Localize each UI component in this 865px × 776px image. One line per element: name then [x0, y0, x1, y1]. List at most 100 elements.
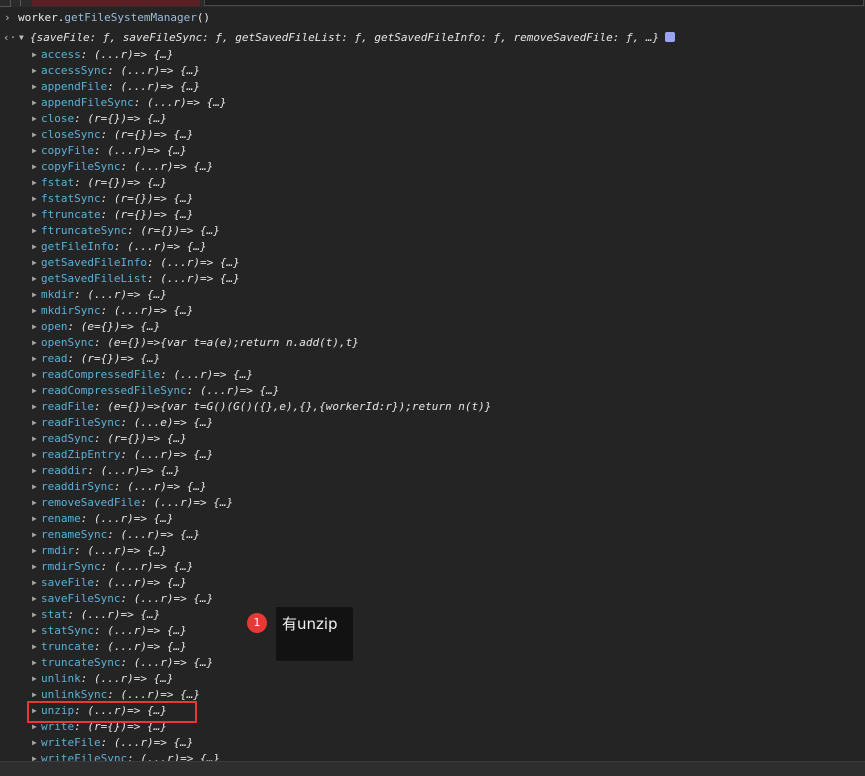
- triangle-right-icon[interactable]: ▶: [32, 575, 37, 591]
- triangle-right-icon[interactable]: ▶: [32, 527, 37, 543]
- filter-input[interactable]: [204, 0, 864, 6]
- triangle-right-icon[interactable]: ▶: [32, 63, 37, 79]
- triangle-down-icon[interactable]: ▼: [19, 30, 24, 46]
- triangle-right-icon[interactable]: ▶: [32, 431, 37, 447]
- triangle-right-icon[interactable]: ▶: [32, 159, 37, 175]
- property-key[interactable]: readdirSync: (...r)=> {…}: [41, 479, 207, 495]
- property-key[interactable]: getFileInfo: (...r)=> {…}: [41, 239, 207, 255]
- info-badge-icon[interactable]: [665, 32, 676, 42]
- error-tab[interactable]: [32, 0, 200, 6]
- triangle-right-icon[interactable]: ▶: [32, 559, 37, 575]
- triangle-right-icon[interactable]: ▶: [32, 543, 37, 559]
- property-key[interactable]: saveFileSync: (...r)=> {…}: [41, 591, 213, 607]
- property-key[interactable]: readFileSync: (...e)=> {…}: [41, 415, 213, 431]
- triangle-right-icon[interactable]: ▶: [32, 495, 37, 511]
- property-key-text: statSync: [41, 624, 94, 637]
- property-key[interactable]: access: (...r)=> {…}: [41, 47, 173, 63]
- triangle-right-icon[interactable]: ▶: [32, 399, 37, 415]
- property-key[interactable]: open: (e={})=> {…}: [41, 319, 160, 335]
- triangle-right-icon[interactable]: ▶: [32, 511, 37, 527]
- triangle-right-icon[interactable]: ▶: [32, 223, 37, 239]
- property-key[interactable]: renameSync: (...r)=> {…}: [41, 527, 200, 543]
- property-key[interactable]: appendFile: (...r)=> {…}: [41, 79, 200, 95]
- property-key[interactable]: accessSync: (...r)=> {…}: [41, 63, 200, 79]
- property-colon: :: [93, 144, 108, 157]
- callout-number-badge: 1: [247, 613, 267, 633]
- property-colon: :: [120, 416, 134, 429]
- property-value: (...r)=> {…}: [133, 448, 214, 461]
- triangle-right-icon[interactable]: ▶: [32, 591, 37, 607]
- triangle-right-icon[interactable]: ▶: [32, 607, 37, 623]
- property-key[interactable]: writeFile: (...r)=> {…}: [41, 735, 193, 751]
- triangle-right-icon[interactable]: ▶: [32, 335, 37, 351]
- triangle-right-icon[interactable]: ▶: [32, 47, 37, 63]
- triangle-right-icon[interactable]: ▶: [32, 303, 37, 319]
- property-key[interactable]: closeSync: (r={})=> {…}: [41, 127, 193, 143]
- triangle-right-icon[interactable]: ▶: [32, 735, 37, 751]
- triangle-right-icon[interactable]: ▶: [32, 111, 37, 127]
- property-key[interactable]: stat: (...r)=> {…}: [41, 607, 160, 623]
- property-key[interactable]: copyFileSync: (...r)=> {…}: [41, 159, 213, 175]
- property-key[interactable]: rmdir: (...r)=> {…}: [41, 543, 167, 559]
- property-key[interactable]: readFile: (e={})=>{var t=G()(G()({},e),{…: [41, 399, 491, 415]
- triangle-right-icon[interactable]: ▶: [32, 351, 37, 367]
- property-key[interactable]: mkdirSync: (...r)=> {…}: [41, 303, 193, 319]
- triangle-right-icon[interactable]: ▶: [32, 143, 37, 159]
- object-summary[interactable]: {saveFile: ƒ, saveFileSync: ƒ, getSavedF…: [30, 30, 676, 46]
- property-key[interactable]: readCompressedFileSync: (...r)=> {…}: [41, 383, 279, 399]
- triangle-right-icon[interactable]: ▶: [32, 127, 37, 143]
- property-key[interactable]: saveFile: (...r)=> {…}: [41, 575, 187, 591]
- triangle-right-icon[interactable]: ▶: [32, 287, 37, 303]
- property-colon: :: [140, 496, 154, 509]
- property-key[interactable]: readdir: (...r)=> {…}: [41, 463, 180, 479]
- property-key[interactable]: readSync: (r={})=> {…}: [41, 431, 187, 447]
- triangle-right-icon[interactable]: ▶: [32, 479, 37, 495]
- property-key[interactable]: appendFileSync: (...r)=> {…}: [41, 95, 226, 111]
- property-key[interactable]: getSavedFileInfo: (...r)=> {…}: [41, 255, 240, 271]
- property-key[interactable]: unlink: (...r)=> {…}: [41, 671, 173, 687]
- property-value: (r={})=> {…}: [113, 208, 194, 221]
- triangle-right-icon[interactable]: ▶: [32, 447, 37, 463]
- property-key[interactable]: ftruncate: (r={})=> {…}: [41, 207, 193, 223]
- triangle-right-icon[interactable]: ▶: [32, 79, 37, 95]
- property-key[interactable]: ftruncateSync: (r={})=> {…}: [41, 223, 220, 239]
- property-key[interactable]: openSync: (e={})=>{var t=a(e);return n.a…: [41, 335, 359, 351]
- property-key[interactable]: statSync: (...r)=> {…}: [41, 623, 187, 639]
- triangle-right-icon[interactable]: ▶: [32, 383, 37, 399]
- property-key[interactable]: mkdir: (...r)=> {…}: [41, 287, 167, 303]
- property-key-text: getSavedFileList: [41, 272, 147, 285]
- triangle-right-icon[interactable]: ▶: [32, 255, 37, 271]
- property-colon: :: [93, 576, 108, 589]
- triangle-right-icon[interactable]: ▶: [32, 367, 37, 383]
- property-key[interactable]: rename: (...r)=> {…}: [41, 511, 173, 527]
- triangle-right-icon[interactable]: ▶: [32, 655, 37, 671]
- property-key[interactable]: truncateSync: (...r)=> {…}: [41, 655, 213, 671]
- triangle-right-icon[interactable]: ▶: [32, 95, 37, 111]
- triangle-right-icon[interactable]: ▶: [32, 639, 37, 655]
- triangle-right-icon[interactable]: ▶: [32, 271, 37, 287]
- triangle-right-icon[interactable]: ▶: [32, 463, 37, 479]
- property-value: (r={})=> {…}: [87, 176, 167, 189]
- property-key[interactable]: readCompressedFile: (...r)=> {…}: [41, 367, 253, 383]
- property-colon: :: [87, 464, 101, 477]
- property-colon: :: [107, 688, 121, 701]
- triangle-right-icon[interactable]: ▶: [32, 239, 37, 255]
- property-key[interactable]: getSavedFileList: (...r)=> {…}: [41, 271, 240, 287]
- property-key[interactable]: fstat: (r={})=> {…}: [41, 175, 167, 191]
- triangle-right-icon[interactable]: ▶: [32, 319, 37, 335]
- property-key[interactable]: fstatSync: (r={})=> {…}: [41, 191, 193, 207]
- property-key[interactable]: removeSavedFile: (...r)=> {…}: [41, 495, 233, 511]
- property-key-text: stat: [41, 608, 68, 621]
- triangle-right-icon[interactable]: ▶: [32, 671, 37, 687]
- property-key[interactable]: copyFile: (...r)=> {…}: [41, 143, 187, 159]
- triangle-right-icon[interactable]: ▶: [32, 415, 37, 431]
- property-key[interactable]: read: (r={})=> {…}: [41, 351, 160, 367]
- triangle-right-icon[interactable]: ▶: [32, 207, 37, 223]
- triangle-right-icon[interactable]: ▶: [32, 175, 37, 191]
- property-key[interactable]: rmdirSync: (...r)=> {…}: [41, 559, 193, 575]
- property-key[interactable]: close: (r={})=> {…}: [41, 111, 167, 127]
- triangle-right-icon[interactable]: ▶: [32, 623, 37, 639]
- property-key[interactable]: truncate: (...r)=> {…}: [41, 639, 187, 655]
- property-key[interactable]: readZipEntry: (...r)=> {…}: [41, 447, 213, 463]
- triangle-right-icon[interactable]: ▶: [32, 191, 37, 207]
